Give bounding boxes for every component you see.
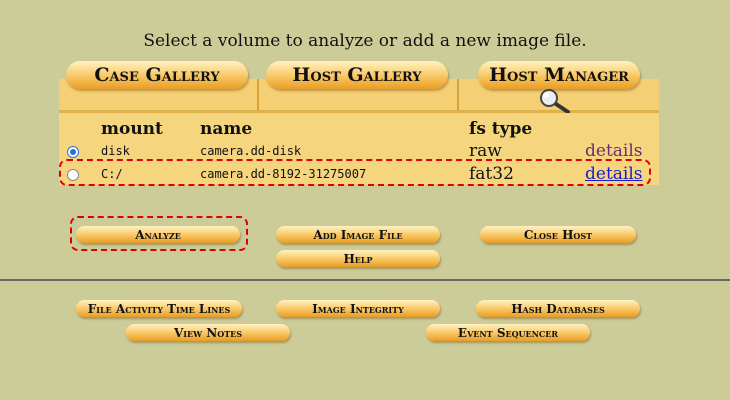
section-divider: [0, 279, 730, 281]
tab-separator: [257, 79, 259, 113]
help-button[interactable]: Help: [276, 250, 440, 267]
analyze-button[interactable]: Analyze: [76, 226, 240, 243]
tab-host-manager[interactable]: Host Manager: [478, 61, 640, 89]
close-host-button[interactable]: Close Host: [480, 226, 636, 243]
column-header-fs-type: fs type: [469, 119, 533, 139]
row-fs-type: fat32: [469, 164, 514, 184]
add-image-file-button[interactable]: Add Image File: [276, 226, 440, 243]
view-notes-button[interactable]: View Notes: [126, 324, 290, 341]
details-link-disk[interactable]: details: [585, 141, 643, 161]
row-mount: disk: [101, 144, 130, 158]
row-mount: C:/: [101, 167, 123, 181]
tab-case-gallery[interactable]: Case Gallery: [66, 61, 248, 89]
row-fs-type: raw: [469, 141, 502, 161]
instruction-text: Select a volume to analyze or add a new …: [143, 31, 587, 51]
file-activity-button[interactable]: File Activity Time Lines: [76, 300, 242, 317]
tab-host-gallery[interactable]: Host Gallery: [266, 61, 448, 89]
image-integrity-button[interactable]: Image Integrity: [276, 300, 440, 317]
row-name: camera.dd-8192-31275007: [200, 167, 367, 181]
column-header-name: name: [200, 119, 253, 139]
volume-radio-disk[interactable]: [67, 146, 79, 158]
hash-databases-button[interactable]: Hash Databases: [476, 300, 640, 317]
event-sequencer-button[interactable]: Event Sequencer: [426, 324, 590, 341]
volume-radio-c[interactable]: [67, 169, 79, 181]
column-header-mount: mount: [101, 119, 163, 139]
tab-separator: [457, 79, 459, 113]
row-name: camera.dd-disk: [200, 144, 302, 158]
details-link-c[interactable]: details: [585, 164, 643, 184]
magnifier-icon: [540, 89, 570, 114]
